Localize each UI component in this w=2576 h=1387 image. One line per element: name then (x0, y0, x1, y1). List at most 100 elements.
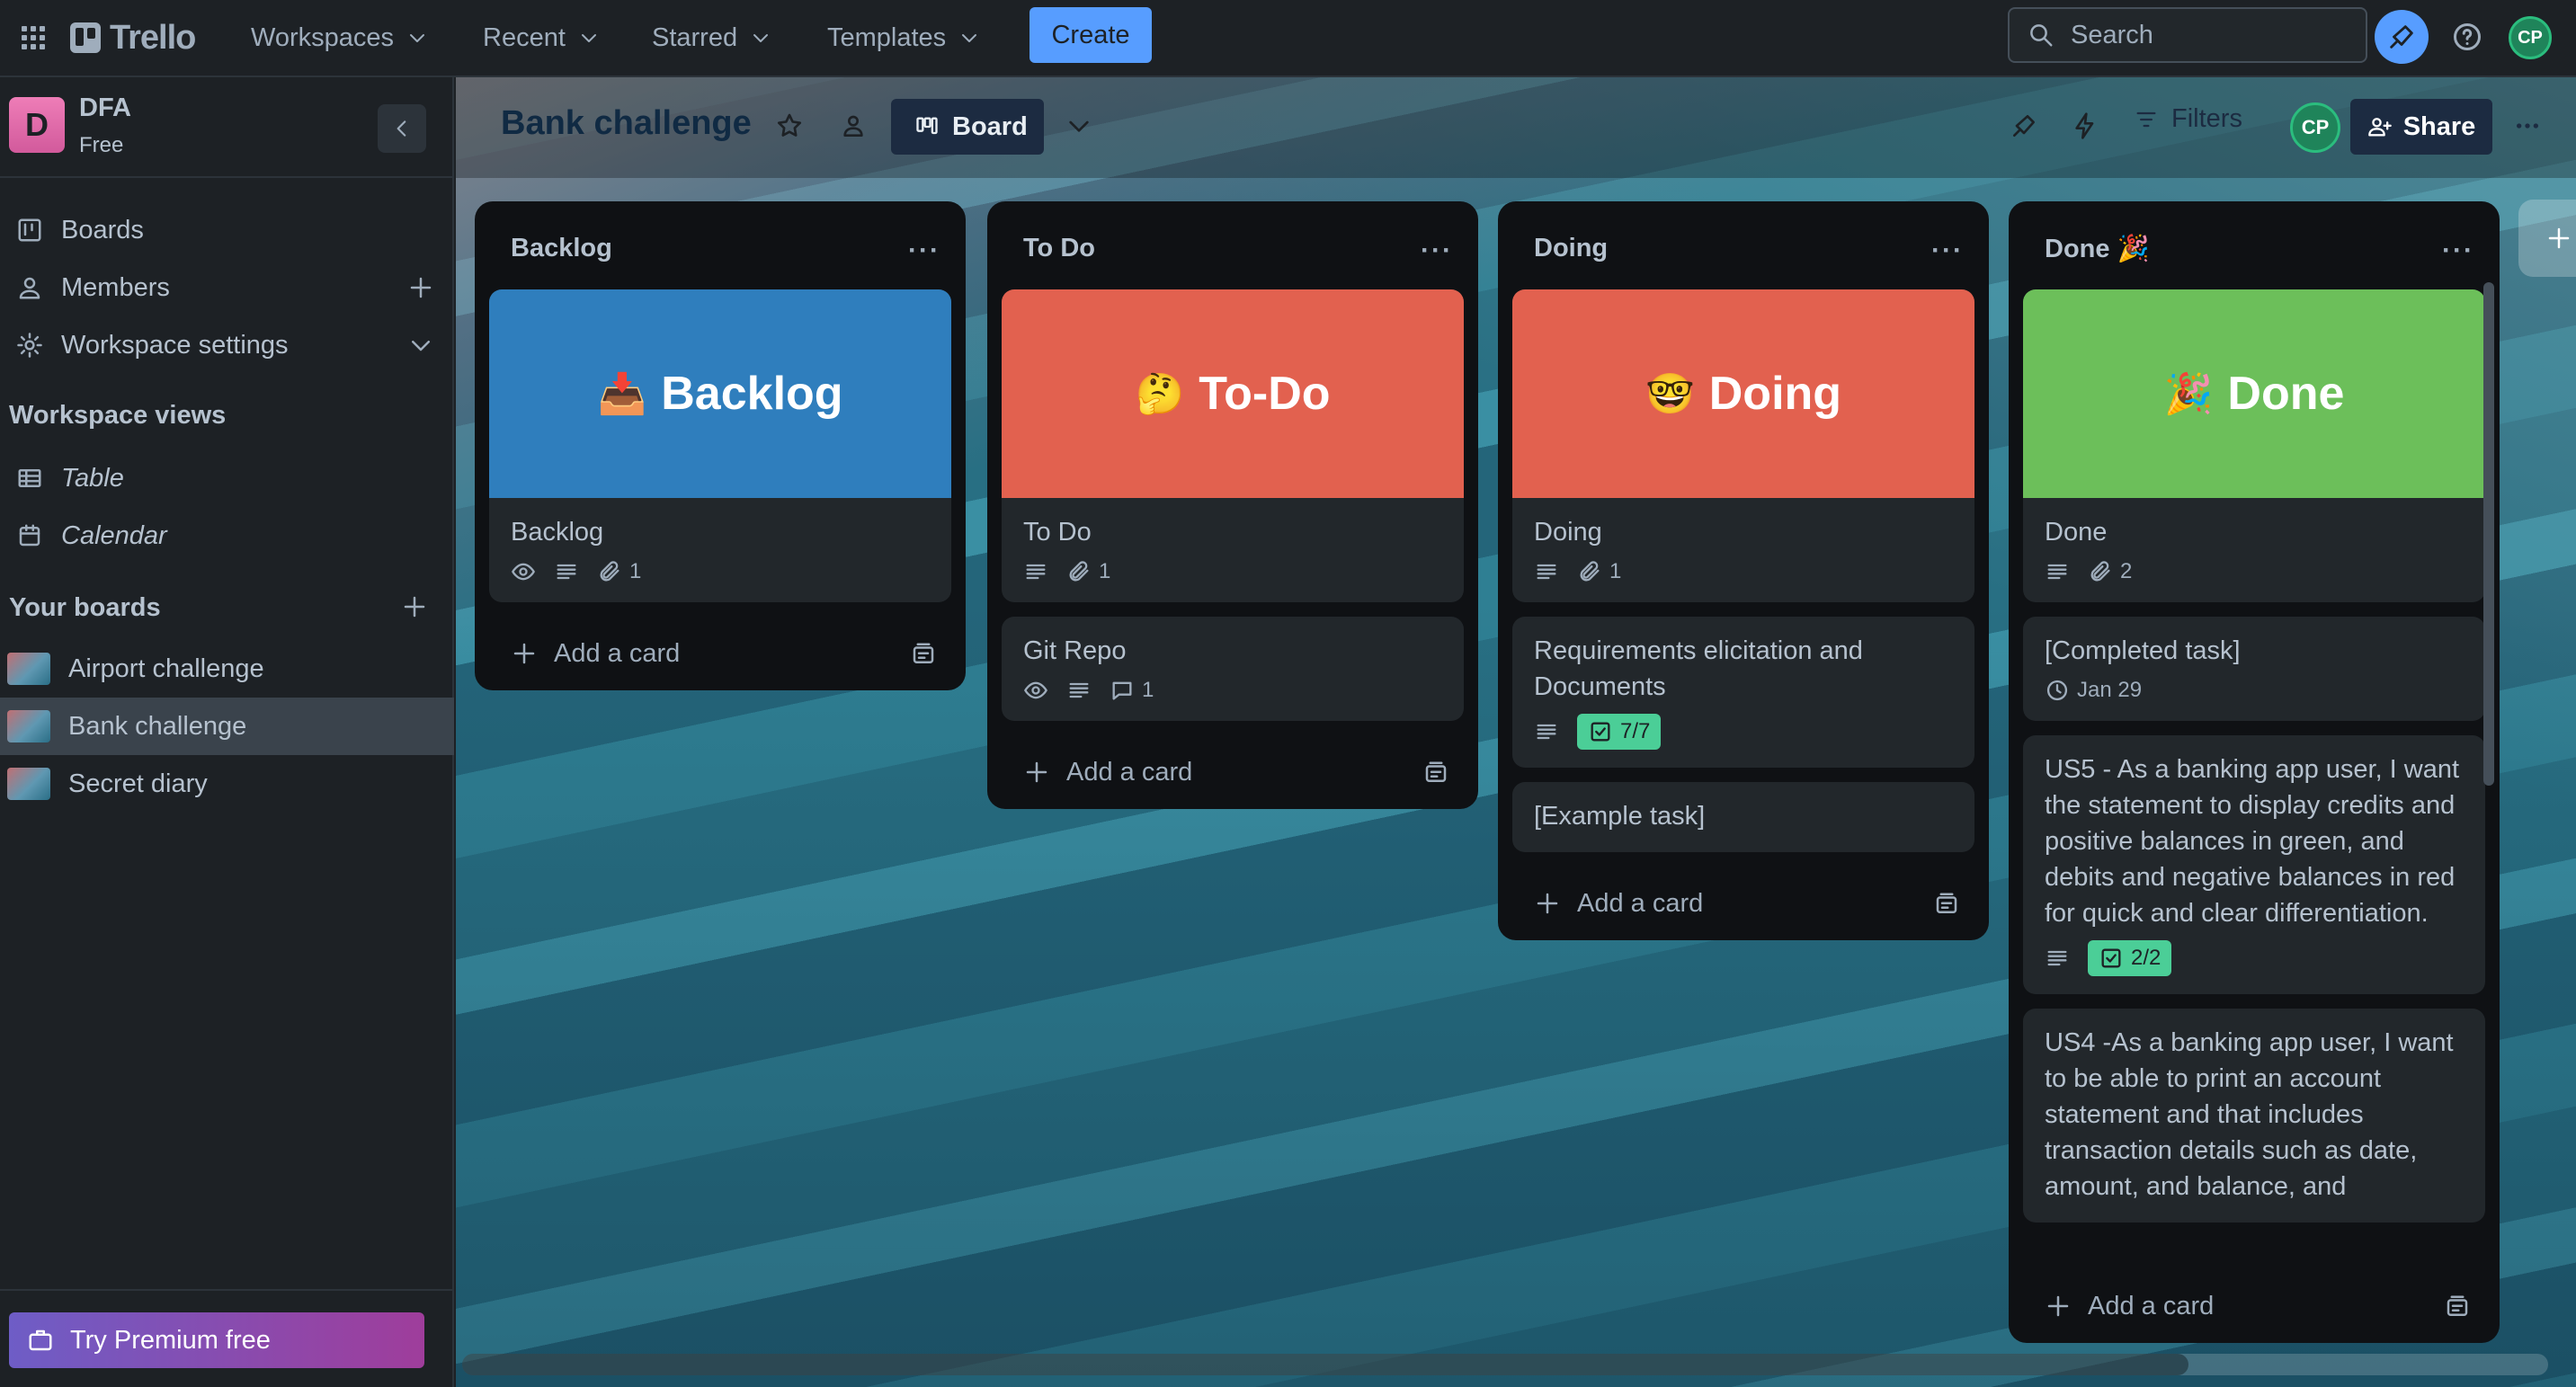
add-board-icon[interactable] (401, 593, 428, 620)
more-options-icon[interactable] (2508, 106, 2547, 146)
card-template-icon[interactable] (1422, 760, 1449, 787)
attachment-badge: 1 (597, 559, 641, 584)
board-view-button[interactable]: Board (891, 99, 1044, 155)
workspace-name[interactable]: DFA (79, 93, 131, 123)
starred-menu-label: Starred (652, 22, 738, 52)
card[interactable]: US4 -As a banking app user, I want to be… (2023, 1009, 2485, 1223)
sidebar-board-secret-diary[interactable]: Secret diary (0, 755, 454, 813)
card[interactable]: Requirements elicitation and Documents 7… (1512, 617, 1974, 768)
collapse-sidebar-button[interactable] (378, 104, 426, 153)
sidebar-item-label: Calendar (61, 520, 167, 550)
sidebar-divider (0, 1289, 454, 1291)
sidebar-board-bank-challenge[interactable]: Bank challenge (0, 698, 454, 755)
board-horizontal-scrollbar[interactable] (462, 1354, 2548, 1375)
chevron-down-icon (962, 34, 977, 42)
cover-text: Done (2227, 368, 2345, 420)
card[interactable]: [Completed task] Jan 29 (2023, 617, 2485, 721)
card-template-icon[interactable] (2444, 1294, 2471, 1320)
sidebar-item-calendar[interactable]: Calendar (0, 507, 454, 565)
board-title[interactable]: Bank challenge (501, 104, 752, 143)
sidebar-item-members[interactable]: Members (0, 259, 454, 316)
add-card-button[interactable]: Add a card (987, 735, 1478, 809)
due-date-badge: Jan 29 (2045, 678, 2142, 703)
help-button[interactable] (2440, 10, 2494, 64)
add-card-label: Add a card (1577, 888, 1704, 918)
starred-menu[interactable]: Starred (652, 14, 771, 61)
list-title[interactable]: Doing (1534, 234, 1608, 263)
chevron-down-icon (410, 34, 425, 42)
list-more-icon[interactable]: ··· (2442, 236, 2474, 266)
add-card-button[interactable]: Add a card (1498, 867, 1989, 940)
card[interactable]: 📥 Backlog Backlog 1 (489, 289, 951, 602)
add-list-button[interactable] (2518, 200, 2576, 277)
card[interactable]: [Example task] (1512, 782, 1974, 852)
workspaces-menu[interactable]: Workspaces (251, 14, 428, 61)
card[interactable]: 🤔 To-Do To Do 1 (1002, 289, 1464, 602)
notifications-button[interactable] (2375, 10, 2429, 64)
chevron-down-icon[interactable] (407, 332, 434, 359)
workspace-logo: D (9, 97, 65, 153)
power-ups-icon[interactable] (2004, 106, 2044, 146)
sidebar-item-table[interactable]: Table (0, 449, 454, 507)
app-switcher-icon[interactable] (16, 21, 50, 55)
user-avatar[interactable]: CP (2509, 16, 2552, 59)
list-cards-scroll[interactable]: 🎉 Done Done 2 [Completed task] Jan 29 US… (2009, 289, 2500, 1269)
cover-text: To-Do (1199, 368, 1331, 420)
card[interactable]: 🤓 Doing Doing 1 (1512, 289, 1974, 602)
list-more-icon[interactable]: ··· (1931, 236, 1964, 266)
card[interactable]: 🎉 Done Done 2 (2023, 289, 2485, 602)
filters-button[interactable]: Filters (2134, 104, 2242, 134)
list-backlog: Backlog ··· 📥 Backlog Backlog 1 Add a ca… (475, 201, 966, 690)
card-template-icon[interactable] (1933, 891, 1960, 918)
list-more-icon[interactable]: ··· (1421, 236, 1453, 266)
list-title[interactable]: Backlog (511, 234, 612, 263)
card[interactable]: US5 - As a banking app user, I want the … (2023, 735, 2485, 994)
chevron-down-icon[interactable] (1059, 106, 1099, 146)
attachment-count: 1 (1609, 559, 1622, 583)
card-badges: 2/2 (2045, 940, 2464, 976)
create-button[interactable]: Create (1030, 7, 1152, 63)
sidebar-board-label: Airport challenge (68, 653, 264, 683)
card-badges: 2 (2045, 559, 2464, 584)
card-badges: 7/7 (1534, 714, 1953, 750)
scrollbar-thumb[interactable] (462, 1354, 2188, 1375)
add-card-button[interactable]: Add a card (2009, 1269, 2500, 1343)
list-title[interactable]: To Do (1023, 234, 1095, 263)
workspace-visibility-icon[interactable] (833, 106, 873, 146)
add-person-icon (2367, 118, 2392, 137)
add-member-icon[interactable] (407, 274, 434, 301)
templates-menu[interactable]: Templates (827, 14, 980, 61)
recent-menu[interactable]: Recent (483, 14, 600, 61)
chevron-left-icon (397, 120, 406, 137)
card[interactable]: Git Repo 1 (1002, 617, 1464, 721)
search-icon (2030, 24, 2053, 47)
star-icon[interactable] (770, 106, 809, 146)
cover-emoji: 🤔 (1135, 372, 1185, 416)
card-template-icon[interactable] (910, 641, 937, 668)
list-header: Done 🎉 ··· (2009, 201, 2500, 289)
briefcase-icon (29, 1329, 52, 1351)
search-input[interactable]: Search (2008, 7, 2367, 63)
sidebar-board-label: Bank challenge (68, 711, 247, 741)
sidebar-item-workspace-settings[interactable]: Workspace settings (0, 316, 454, 374)
try-premium-button[interactable]: Try Premium free (9, 1312, 424, 1368)
share-button[interactable]: Share (2350, 99, 2492, 155)
automation-icon[interactable] (2065, 106, 2105, 146)
trello-logo[interactable]: Trello (70, 14, 196, 61)
clock-icon (2046, 680, 2068, 701)
paperclip-icon (1580, 561, 1600, 582)
plus-icon (2047, 1295, 2069, 1317)
workspace-sidebar: D DFA Free Boards Members Workspace sett… (0, 77, 454, 1387)
share-label: Share (2402, 111, 2476, 141)
sidebar-item-boards[interactable]: Boards (0, 201, 454, 259)
board-member-avatar[interactable]: CP (2290, 102, 2340, 153)
cover-emoji: 📥 (597, 372, 647, 416)
list-more-icon[interactable]: ··· (908, 236, 940, 266)
sidebar-board-airport-challenge[interactable]: Airport challenge (0, 640, 454, 698)
add-card-button[interactable]: Add a card (475, 617, 966, 690)
card-cover: 📥 Backlog (489, 289, 951, 498)
list-title[interactable]: Done 🎉 (2045, 234, 2150, 264)
card-title: Backlog (511, 518, 604, 547)
list-scrollbar[interactable] (2483, 282, 2494, 786)
sidebar-item-label: Table (61, 463, 124, 493)
